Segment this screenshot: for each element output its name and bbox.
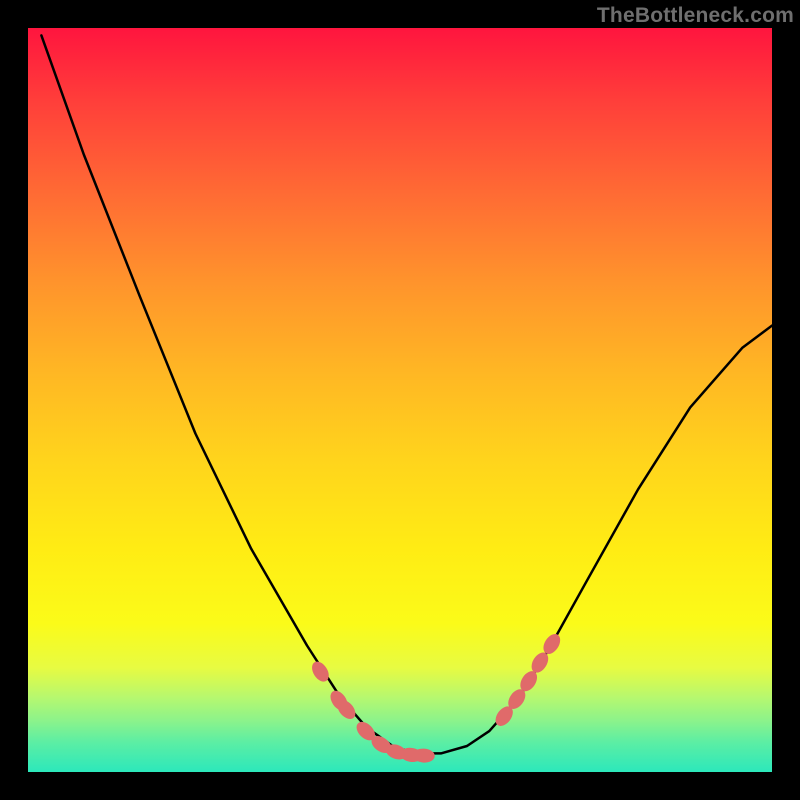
- chart-plot-area: [28, 28, 772, 772]
- chart-svg: [28, 28, 772, 772]
- chart-frame: TheBottleneck.com: [0, 0, 800, 800]
- curve-line-group: [41, 35, 772, 753]
- bottleneck-curve: [41, 35, 772, 753]
- watermark-text: TheBottleneck.com: [597, 4, 794, 28]
- curve-markers-group: [309, 631, 564, 763]
